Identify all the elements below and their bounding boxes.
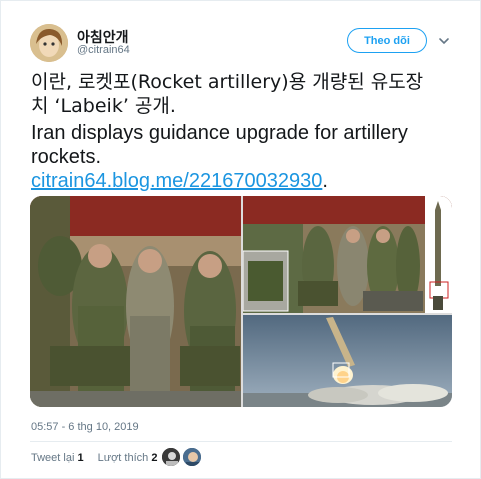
tweet-card: 아침안개 @citrain64 Theo dõi 이란, 로켓포(Rocket … <box>0 0 481 479</box>
tweet-text-line: 이란, 로켓포(Rocket artillery)용 개량된 유도장 <box>31 71 424 93</box>
tweet-text-line: Iran displays guidance upgrade for artil… <box>31 122 408 144</box>
tweet-text-line: rockets. <box>31 146 102 168</box>
retweet-stat[interactable]: Tweet lại 1 <box>31 452 84 464</box>
liker-avatar[interactable] <box>182 447 202 467</box>
tweet-text-line: 치 ‘Labeik’ 공개. <box>31 95 176 117</box>
user-handle[interactable]: @citrain64 <box>77 44 130 56</box>
photo-officials-inspection[interactable] <box>30 196 241 407</box>
chevron-down-icon[interactable] <box>438 35 450 47</box>
blog-link[interactable]: citrain64.blog.me/221670032930 <box>31 170 322 192</box>
like-label: Lượt thích <box>97 452 149 464</box>
retweet-count: 1 <box>77 452 84 464</box>
engagement-stats: Tweet lại 1 Lượt thích 2 <box>31 452 157 464</box>
divider <box>30 441 452 442</box>
like-count: 2 <box>151 452 158 464</box>
photo-officials-rocket[interactable] <box>243 196 452 313</box>
tweet-link-line: citrain64.blog.me/221670032930. <box>31 170 461 192</box>
avatar[interactable] <box>30 24 68 62</box>
liker-avatar[interactable] <box>161 447 181 467</box>
tweet-timestamp[interactable]: 05:57 - 6 thg 10, 2019 <box>31 421 139 433</box>
retweet-label: Tweet lại <box>31 452 75 464</box>
like-stat[interactable]: Lượt thích 2 <box>98 452 158 464</box>
media-grid <box>30 196 452 407</box>
link-suffix: . <box>322 170 328 192</box>
photo-rocket-launch[interactable] <box>243 315 452 407</box>
follow-button[interactable]: Theo dõi <box>347 28 427 53</box>
